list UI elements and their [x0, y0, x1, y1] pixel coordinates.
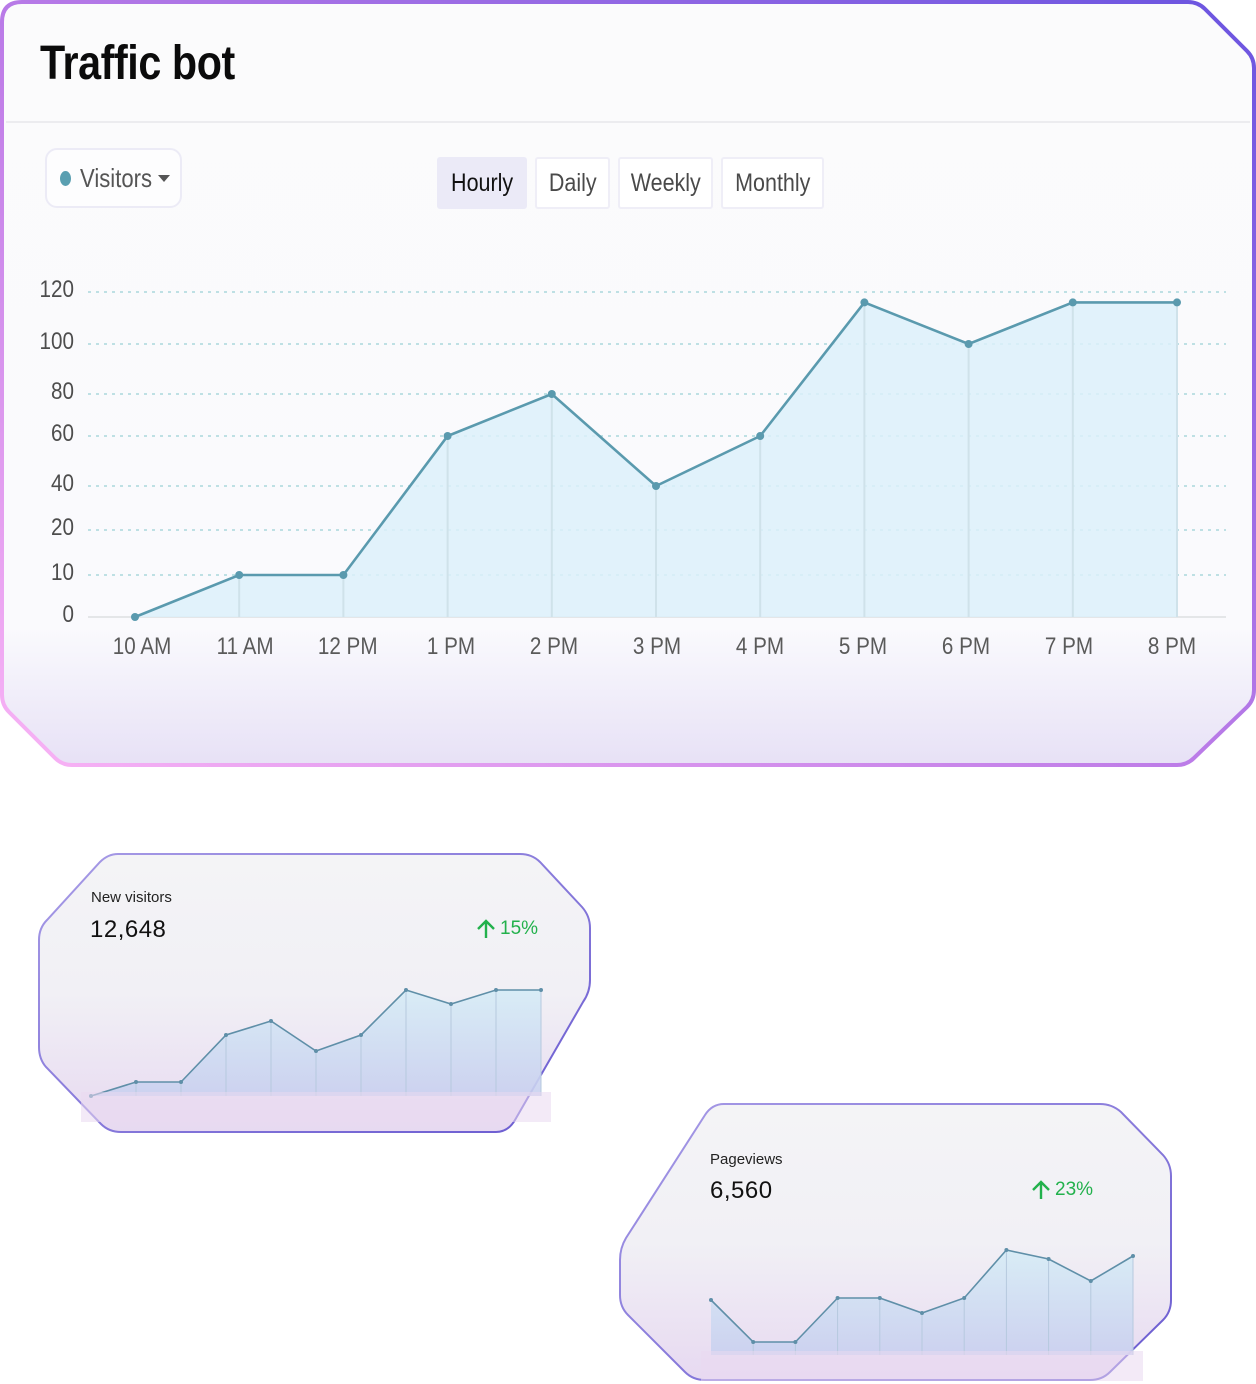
pageviews-change: 23%	[1031, 1179, 1093, 1201]
pageviews-value: 6,560	[710, 1177, 773, 1204]
sparkline-point	[793, 1340, 798, 1344]
sparkline-point	[751, 1340, 756, 1344]
sparkline-point	[1088, 1279, 1093, 1283]
sparkline-point	[1046, 1257, 1051, 1261]
pageviews-change-value: 23%	[1055, 1179, 1094, 1200]
sparkline-point	[877, 1296, 882, 1300]
sparkline-point	[1131, 1254, 1135, 1258]
sparkline-point	[835, 1296, 840, 1300]
sparkline-point	[920, 1311, 924, 1315]
sparkline-point	[709, 1298, 713, 1302]
pageviews-label: Pageviews	[710, 1151, 783, 1168]
arrow-up-icon	[1032, 1180, 1050, 1199]
sparkline-point	[1004, 1248, 1009, 1252]
pageviews-sparkline	[701, 1248, 1143, 1381]
sparkline-point	[962, 1296, 967, 1300]
sparkline-fade	[701, 1351, 1143, 1381]
